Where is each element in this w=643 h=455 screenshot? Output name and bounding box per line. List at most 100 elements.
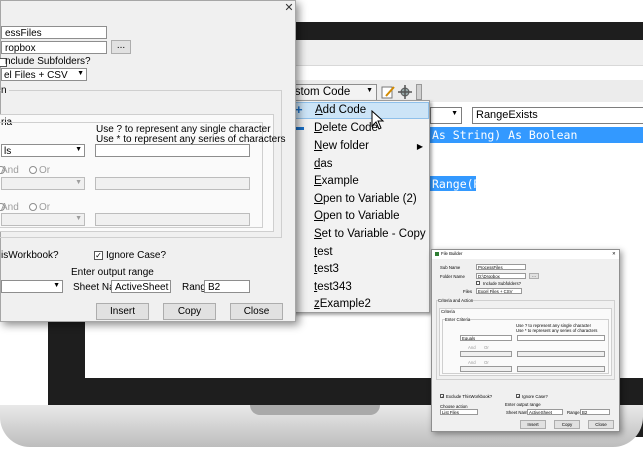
code-line-selected-1[interactable]: As String) As Boolean [428,127,643,143]
file-builder-thumbnail: File Builder ✕ Sub Name ProcessFiles Fol… [431,249,620,432]
ignore-case-checkbox[interactable]: ✓ [94,251,103,260]
procedure-combo-value: RangeExists [476,109,538,121]
menu-item-add-code[interactable]: + Add Code [288,102,429,119]
close-icon[interactable]: ✕ [612,251,616,257]
or-label-2: Or [484,360,489,365]
or-label-1: Or [484,345,489,350]
criteria-2-value-input[interactable] [95,177,250,190]
ignore-case-checkbox[interactable]: ✓ [516,394,520,399]
files-type-dropdown[interactable]: el Files + CSV ▼ [1,68,87,81]
menu-item-delete-code[interactable]: Delete Code [288,120,429,137]
action-dropdown[interactable]: ▼ [1,280,63,293]
minus-icon [295,127,304,130]
browse-button[interactable]: ... [529,273,539,279]
and-label-1: And [468,345,476,350]
settings-icon[interactable] [397,84,413,100]
exclude-thisworkbook-checkbox[interactable]: ✓ [440,394,444,399]
chevron-down-icon: ▼ [75,215,82,222]
criteria-1-dropdown[interactable]: ls ▼ [1,144,85,157]
criteria-3-value-input[interactable] [95,213,250,226]
files-type-dropdown[interactable]: Excel Files + CSV [476,288,522,294]
menu-item-label: as [320,158,333,170]
output-range-label: Enter output range [71,267,154,278]
action-dropdown[interactable]: List Files [440,409,478,415]
mouse-cursor-icon [371,109,385,130]
range-label: Range [567,410,580,415]
menu-item-label: xample [321,175,359,187]
browse-button[interactable]: ... [111,40,131,54]
criteria-3-dropdown[interactable]: ▼ [1,213,85,226]
menu-item-open-to-variable[interactable]: Open to Variable [288,208,429,225]
sub-name-input[interactable]: ProcessFiles [476,264,526,270]
menu-item-label: Example2 [319,298,371,310]
menu-item-mnemonic: E [314,175,322,187]
menu-item-mnemonic: O [314,210,323,222]
menu-item-das[interactable]: das [288,156,429,173]
menu-item-zexample2[interactable]: zExample2 [288,296,429,313]
menu-item-test343[interactable]: test343 [288,279,429,296]
insert-button[interactable]: Insert [520,420,546,429]
criteria-2-dropdown[interactable] [460,351,512,357]
and-label-2: And [1,202,19,213]
and-label-2: And [468,360,476,365]
menu-item-label: est3 [317,263,339,275]
code-line-selected-2[interactable]: Range(R) [428,176,487,191]
insert-button[interactable]: Insert [96,303,149,320]
criteria-1-value: ls [4,146,12,157]
criteria-3-dropdown[interactable] [460,366,512,372]
menu-item-example[interactable]: Example [288,173,429,190]
menu-item-new-folder[interactable]: New folder ▶ [288,138,429,155]
code-line-text: Range(R) [432,177,488,191]
menu-item-test3[interactable]: test3 [288,261,429,278]
folder-name-input[interactable]: D:\Dropbox [476,273,526,279]
menu-item-label: pen to Variable (2) [322,193,417,205]
or-label-2: Or [39,202,51,213]
criteria-3-value-input[interactable] [517,366,605,372]
context-menu: + Add Code Delete Code New folder ▶ das … [287,100,430,313]
chevron-down-icon: ▼ [77,70,84,77]
edit-icon[interactable] [380,84,396,100]
menu-item-set-to-variable-copy[interactable]: Set to Variable - Copy [288,226,429,243]
criteria-1-value-input[interactable] [517,335,605,341]
menu-item-mnemonic: O [314,193,323,205]
chevron-down-icon: ▼ [75,146,82,153]
criteria-action-group-label: n [1,85,9,96]
close-icon[interactable]: ✕ [284,3,294,14]
files-label: Files [463,289,473,294]
or-radio-1[interactable] [29,166,37,174]
sheet-name-input[interactable]: ActiveSheet [111,280,171,293]
range-input[interactable]: B2 [580,409,610,415]
criteria-2-value-input[interactable] [517,351,605,357]
copy-button[interactable]: Copy [554,420,580,429]
criteria-1-dropdown[interactable]: Equals [460,335,512,341]
criteria-action-label: Criteria and Action [438,298,474,303]
plus-icon: + [295,102,303,117]
app-icon [435,252,439,256]
include-subfolders-checkbox[interactable] [476,281,480,285]
range-input[interactable]: B2 [204,280,250,293]
include-subfolders-label: nclude Subfolders? [5,56,91,67]
file-builder-dialog: ✕ essFiles ropbox ... nclude Subfolders?… [0,0,296,322]
laptop-notch [250,405,380,415]
object-combo[interactable]: ▼ [430,107,462,124]
folder-name-input[interactable]: ropbox [1,41,107,54]
toolbar-overflow[interactable] [416,84,422,100]
menu-item-test[interactable]: test [288,244,429,261]
sub-name-input[interactable]: essFiles [1,26,107,39]
tab-criteria[interactable]: Criteria [441,309,455,314]
close-button[interactable]: Close [588,420,614,429]
or-radio-2[interactable] [29,203,37,211]
ignore-case-label: Ignore Case? [106,250,167,261]
criteria-1-value-input[interactable] [95,144,250,157]
menu-item-label: est343 [317,281,352,293]
menu-item-open-to-variable-2[interactable]: Open to Variable (2) [288,191,429,208]
sheet-name-input[interactable]: ActiveSheet [527,409,563,415]
menu-item-mnemonic: S [314,228,322,240]
copy-button[interactable]: Copy [163,303,216,320]
menu-item-label: est [317,246,333,258]
criteria-2-dropdown[interactable]: ▼ [1,177,85,190]
include-subfolders-label: Include Subfolders? [483,281,521,286]
thumbnail-title: File Builder [441,251,463,256]
close-button[interactable]: Close [230,303,283,320]
procedure-combo[interactable]: RangeExists [472,107,643,124]
